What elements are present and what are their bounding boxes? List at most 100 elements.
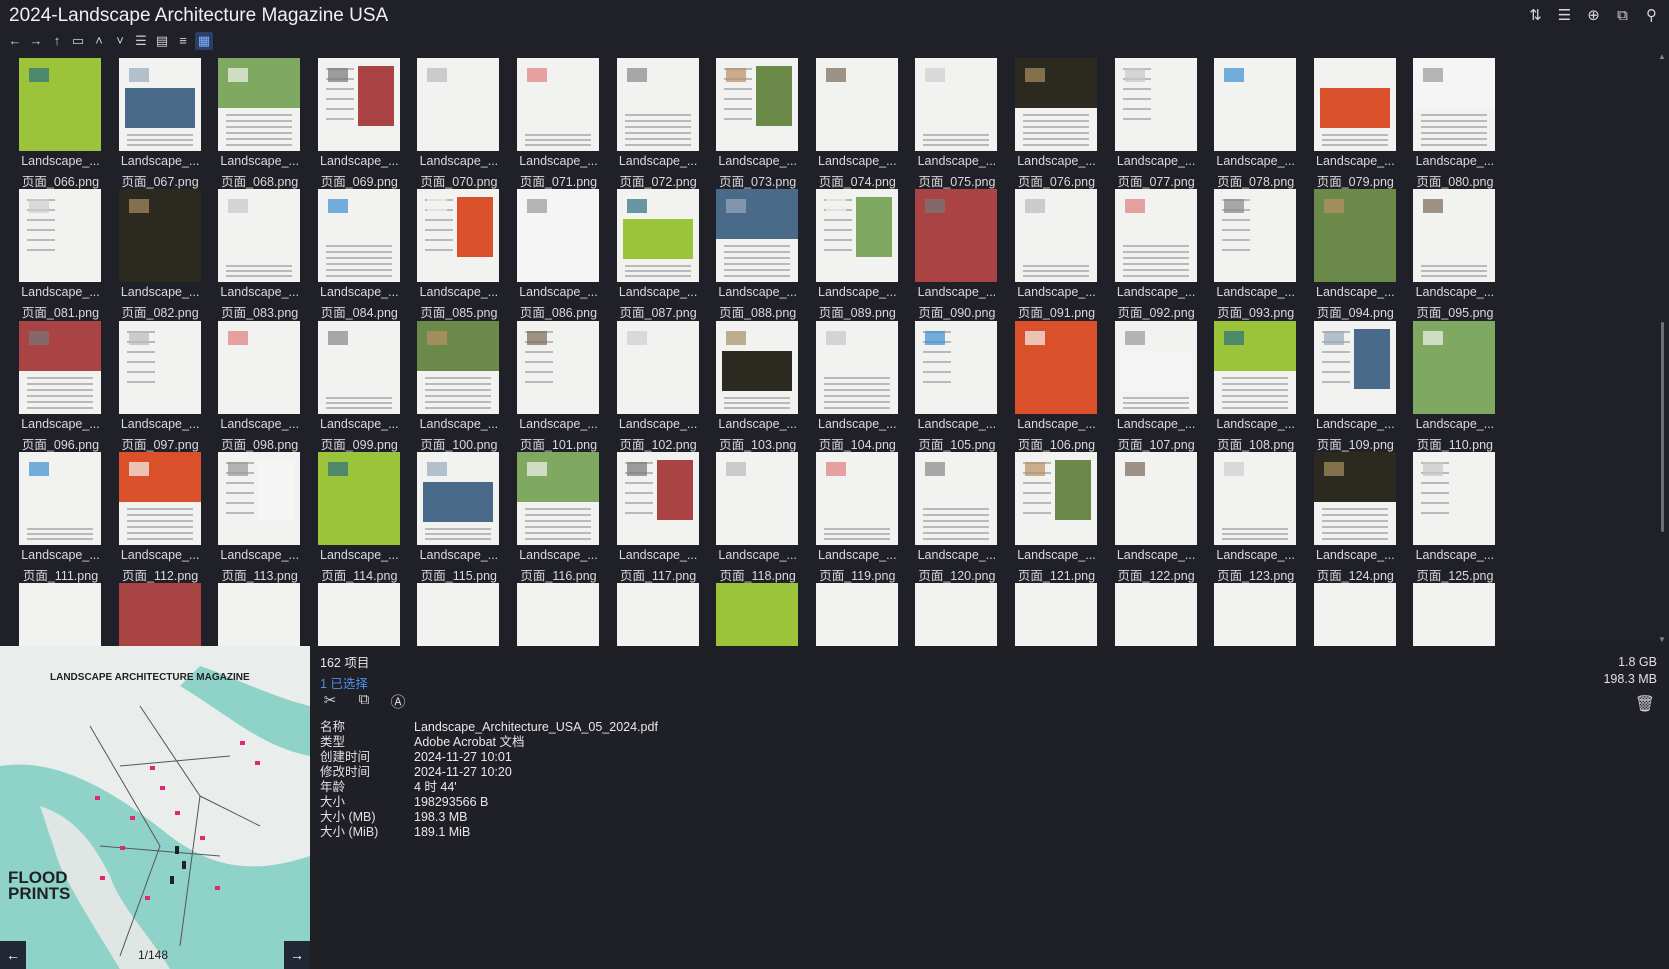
file-thumbnail-item[interactable]: Landscape_... 页面_110.png <box>1402 319 1507 455</box>
add-icon[interactable]: ⊕ <box>1584 6 1603 25</box>
file-thumbnail-item[interactable]: Landscape_... 页面_081.png <box>8 187 113 323</box>
file-thumbnail-item[interactable] <box>1104 581 1209 646</box>
file-thumbnail-item[interactable]: Landscape_... 页面_071.png <box>506 56 611 192</box>
file-thumbnail-item[interactable]: Landscape_... 页面_112.png <box>108 450 213 586</box>
file-thumbnail-item[interactable]: Landscape_... 页面_108.png <box>1203 319 1308 455</box>
file-thumbnail-item[interactable]: Landscape_... 页面_067.png <box>108 56 213 192</box>
file-thumbnail-item[interactable]: Landscape_... 页面_107.png <box>1104 319 1209 455</box>
scroll-thumb[interactable] <box>1661 322 1664 532</box>
thumbnail-view-icon[interactable]: ▦ <box>195 32 213 50</box>
selected-count[interactable]: 1 已选择 <box>320 673 369 692</box>
file-thumbnail-item[interactable]: Landscape_... 页面_070.png <box>406 56 511 192</box>
file-thumbnail-item[interactable]: Landscape_... 页面_105.png <box>904 319 1009 455</box>
file-thumbnail-item[interactable] <box>1203 581 1308 646</box>
file-thumbnail-item[interactable]: Landscape_... 页面_084.png <box>307 187 412 323</box>
file-thumbnail-item[interactable]: Landscape_... 页面_098.png <box>207 319 312 455</box>
file-thumbnail-item[interactable]: Landscape_... 页面_080.png <box>1402 56 1507 192</box>
file-thumbnail-item[interactable]: Landscape_... 页面_077.png <box>1104 56 1209 192</box>
file-thumbnail-item[interactable]: Landscape_... 页面_123.png <box>1203 450 1308 586</box>
file-thumbnail-item[interactable]: Landscape_... 页面_076.png <box>1004 56 1109 192</box>
forward-icon[interactable]: → <box>27 32 45 50</box>
file-thumbnail-item[interactable]: Landscape_... 页面_092.png <box>1104 187 1209 323</box>
file-thumbnail-item[interactable] <box>506 581 611 646</box>
file-thumbnail-item[interactable]: Landscape_... 页面_114.png <box>307 450 412 586</box>
file-thumbnail-item[interactable]: Landscape_... 页面_096.png <box>8 319 113 455</box>
file-thumbnail-item[interactable]: Landscape_... 页面_066.png <box>8 56 113 192</box>
copy-icon[interactable]: ⧉ <box>1613 6 1632 25</box>
file-thumbnail-item[interactable]: Landscape_... 页面_122.png <box>1104 450 1209 586</box>
file-thumbnail-item[interactable] <box>108 581 213 646</box>
file-thumbnail-item[interactable]: Landscape_... 页面_079.png <box>1303 56 1408 192</box>
preview-next-button[interactable]: → <box>284 941 310 969</box>
file-thumbnail-item[interactable]: Landscape_... 页面_073.png <box>705 56 810 192</box>
scrollbar[interactable]: ▲ ▼ <box>1657 52 1667 644</box>
file-thumbnail-item[interactable]: Landscape_... 页面_121.png <box>1004 450 1109 586</box>
back-icon[interactable]: ← <box>6 32 24 50</box>
file-thumbnail-item[interactable]: Landscape_... 页面_068.png <box>207 56 312 192</box>
file-thumbnail-item[interactable]: Landscape_... 页面_106.png <box>1004 319 1109 455</box>
details-view-icon[interactable]: ▤ <box>153 32 171 50</box>
file-thumbnail-item[interactable]: Landscape_... 页面_097.png <box>108 319 213 455</box>
file-thumbnail-item[interactable]: Landscape_... 页面_117.png <box>606 450 711 586</box>
file-thumbnail-item[interactable]: Landscape_... 页面_078.png <box>1203 56 1308 192</box>
file-thumbnail-item[interactable]: Landscape_... 页面_083.png <box>207 187 312 323</box>
file-thumbnail-item[interactable] <box>406 581 511 646</box>
sort-icon[interactable]: ⇅ <box>1526 6 1545 25</box>
file-thumbnail-item[interactable]: Landscape_... 页面_124.png <box>1303 450 1408 586</box>
copy-file-icon[interactable]: ⧉ <box>354 691 374 711</box>
chevron-down-icon[interactable]: ˅ <box>111 32 129 50</box>
file-thumbnail-item[interactable]: Landscape_... 页面_095.png <box>1402 187 1507 323</box>
chevron-up-icon[interactable]: ˄ <box>90 32 108 50</box>
file-thumbnail-item[interactable]: Landscape_... 页面_111.png <box>8 450 113 586</box>
file-thumbnail-item[interactable]: Landscape_... 页面_099.png <box>307 319 412 455</box>
file-thumbnail-item[interactable]: Landscape_... 页面_085.png <box>406 187 511 323</box>
scroll-down-icon[interactable]: ▼ <box>1657 635 1667 644</box>
file-thumbnail-item[interactable] <box>904 581 1009 646</box>
file-thumbnail-item[interactable]: Landscape_... 页面_074.png <box>805 56 910 192</box>
file-thumbnail-item[interactable]: Landscape_... 页面_119.png <box>805 450 910 586</box>
file-thumbnail-item[interactable]: Landscape_... 页面_089.png <box>805 187 910 323</box>
trash-icon[interactable]: 🗑 <box>1635 694 1655 714</box>
file-thumbnail-item[interactable]: Landscape_... 页面_109.png <box>1303 319 1408 455</box>
preview-prev-button[interactable]: ← <box>0 941 26 969</box>
rename-icon[interactable]: Ⓐ <box>388 691 408 711</box>
folder-icon[interactable]: ▭ <box>69 32 87 50</box>
file-thumbnail-item[interactable]: Landscape_... 页面_102.png <box>606 319 711 455</box>
file-thumbnail-item[interactable] <box>307 581 412 646</box>
file-thumbnail-item[interactable]: Landscape_... 页面_086.png <box>506 187 611 323</box>
file-thumbnail-item[interactable] <box>1303 581 1408 646</box>
file-thumbnail-item[interactable]: Landscape_... 页面_072.png <box>606 56 711 192</box>
cut-icon[interactable]: ✂ <box>320 691 340 711</box>
list-view-icon[interactable]: ☰ <box>132 32 150 50</box>
file-thumbnail-item[interactable]: Landscape_... 页面_075.png <box>904 56 1009 192</box>
tree-view-icon[interactable]: ≡ <box>174 32 192 50</box>
file-thumbnail-item[interactable]: Landscape_... 页面_115.png <box>406 450 511 586</box>
file-thumbnail-item[interactable] <box>207 581 312 646</box>
file-thumbnail-item[interactable]: Landscape_... 页面_103.png <box>705 319 810 455</box>
file-thumbnail-item[interactable] <box>1004 581 1109 646</box>
list-icon[interactable]: ☰ <box>1555 6 1574 25</box>
file-thumbnail-item[interactable]: Landscape_... 页面_091.png <box>1004 187 1109 323</box>
file-thumbnail-item[interactable]: Landscape_... 页面_069.png <box>307 56 412 192</box>
file-thumbnail-item[interactable]: Landscape_... 页面_094.png <box>1303 187 1408 323</box>
file-thumbnail-item[interactable] <box>805 581 910 646</box>
file-thumbnail-item[interactable]: Landscape_... 页面_113.png <box>207 450 312 586</box>
file-thumbnail-item[interactable]: Landscape_... 页面_090.png <box>904 187 1009 323</box>
file-thumbnail-item[interactable]: Landscape_... 页面_118.png <box>705 450 810 586</box>
file-thumbnail-item[interactable] <box>705 581 810 646</box>
file-thumbnail-item[interactable]: Landscape_... 页面_120.png <box>904 450 1009 586</box>
file-thumbnail-item[interactable]: Landscape_... 页面_082.png <box>108 187 213 323</box>
file-thumbnail-item[interactable] <box>1402 581 1507 646</box>
pdf-preview[interactable]: LANDSCAPE ARCHITECTURE MAGAZINE FLOOD PR… <box>0 646 310 969</box>
file-thumbnail-item[interactable]: Landscape_... 页面_093.png <box>1203 187 1308 323</box>
file-thumbnail-item[interactable]: Landscape_... 页面_087.png <box>606 187 711 323</box>
file-thumbnail-item[interactable]: Landscape_... 页面_101.png <box>506 319 611 455</box>
scroll-up-icon[interactable]: ▲ <box>1657 52 1667 61</box>
pin-icon[interactable]: ⚲ <box>1642 6 1661 25</box>
file-thumbnail-item[interactable]: Landscape_... 页面_088.png <box>705 187 810 323</box>
file-thumbnail-item[interactable]: Landscape_... 页面_100.png <box>406 319 511 455</box>
file-thumbnail-item[interactable]: Landscape_... 页面_116.png <box>506 450 611 586</box>
file-thumbnail-item[interactable]: Landscape_... 页面_104.png <box>805 319 910 455</box>
file-thumbnail-item[interactable] <box>8 581 113 646</box>
file-thumbnail-item[interactable]: Landscape_... 页面_125.png <box>1402 450 1507 586</box>
